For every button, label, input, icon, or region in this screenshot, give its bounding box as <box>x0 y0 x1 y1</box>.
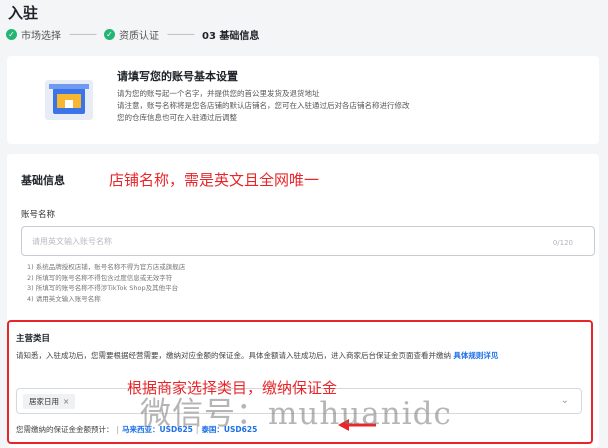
intro-text: 请注意，账号名称将是您各店铺的默认店铺名，您可在入驻通过后对各店铺名称进行修改 <box>117 101 410 110</box>
category-desc-text: 请知悉，入驻成功后，您需要根据经营需要，缴纳对应金额的保证金。具体金额请入驻成功… <box>16 351 451 360</box>
step-label: 市场选择 <box>21 31 61 42</box>
char-counter: 0/120 <box>552 239 573 247</box>
remove-tag-icon[interactable]: × <box>63 397 69 406</box>
watermark-text: 微信号：muhuanidc <box>140 396 452 432</box>
name-rules: 1) 系统品牌授权店铺，账号名称不得为官方店或旗舰店 2) 所填写的账号名称不得… <box>27 262 185 304</box>
rule-item: 1) 系统品牌授权店铺，账号名称不得为官方店或旗舰店 <box>27 263 186 271</box>
account-name-input[interactable] <box>21 226 595 256</box>
category-title: 主营类目 <box>16 334 51 344</box>
intro-title: 请填写您的账号基本设置 <box>117 70 238 83</box>
page-title: 入驻 <box>8 4 39 22</box>
category-tag: 居家日用 × <box>23 394 76 409</box>
intro-text: 请为您的账号起一个名字，并提供您的首公里发货及退货地址 <box>117 89 320 98</box>
separator: | <box>116 425 120 434</box>
category-tag-label: 居家日用 <box>29 397 59 406</box>
annotation-shop-name: 店铺名称，需是英文且全网唯一 <box>109 171 320 189</box>
check-icon: ✓ <box>6 29 17 40</box>
section-title: 基础信息 <box>21 174 65 187</box>
step-basic-info: 03 基础信息 <box>202 27 259 42</box>
rule-item: 2) 所填写的账号名称不得包含过度信息或无效字符 <box>27 273 173 282</box>
intro-text: 您的仓库信息也可在入驻通过后调整 <box>117 113 237 122</box>
step-separator: ——— <box>69 29 97 40</box>
rule-item: 4) 请用英文输入账号名称 <box>27 294 101 303</box>
intro-card: 请填写您的账号基本设置 请为您的账号起一个名字，并提供您的首公里发货及退货地址 … <box>7 56 599 144</box>
chevron-down-icon[interactable]: ⌄ <box>561 395 569 406</box>
step-label: 03 基础信息 <box>202 31 260 42</box>
check-icon: ✓ <box>104 29 115 40</box>
store-illustration-icon <box>45 80 93 120</box>
rules-link[interactable]: 具体规则详见 <box>453 351 498 360</box>
step-qualification: ✓ 资质认证 <box>104 27 159 42</box>
progress-steps: ✓ 市场选择 ——— ✓ 资质认证 ——— 03 基础信息 <box>6 27 259 42</box>
deposit-prefix: 您需缴纳的保证金金额预计： <box>16 425 114 434</box>
category-description: 请知悉，入驻成功后，您需要根据经营需要，缴纳对应金额的保证金。具体金额请入驻成功… <box>16 350 582 362</box>
rule-item: 3) 所填写的账号名称不得涉TikTok Shop及其他平台 <box>27 284 179 292</box>
step-separator: ——— <box>167 29 195 40</box>
step-label: 资质认证 <box>119 31 159 42</box>
account-name-label: 账号名称 <box>21 210 56 220</box>
step-market: ✓ 市场选择 <box>6 27 61 42</box>
